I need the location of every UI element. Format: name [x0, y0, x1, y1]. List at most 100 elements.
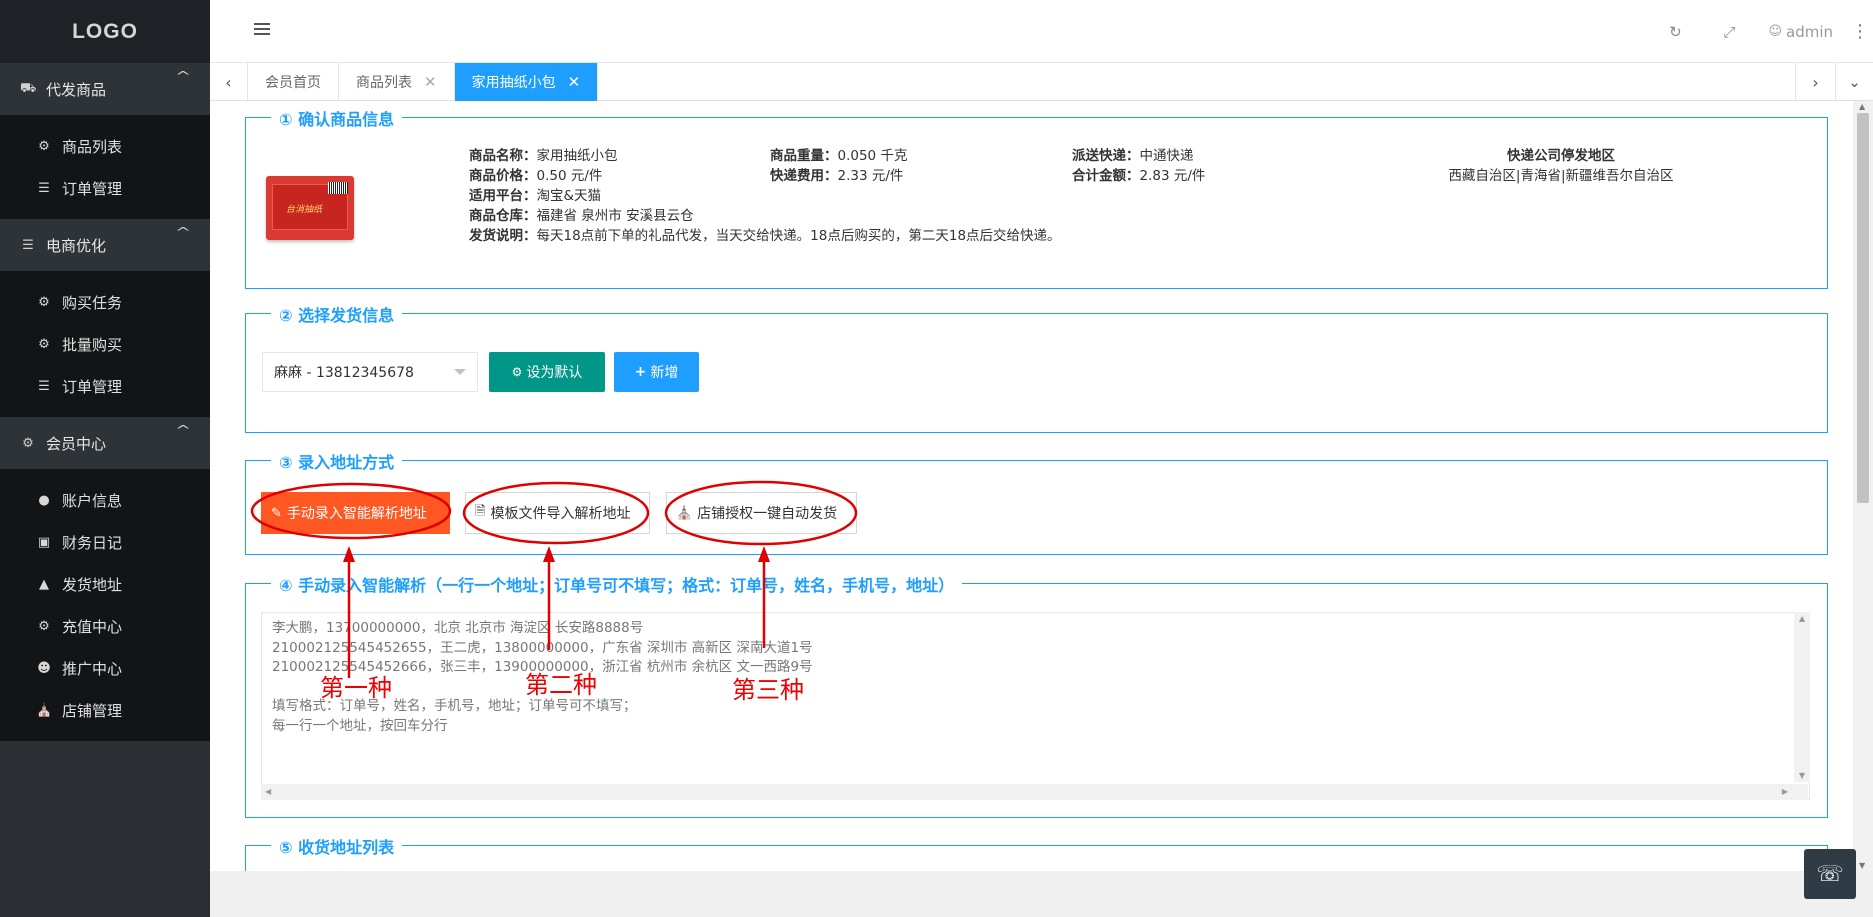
sidebar-item-finance-log[interactable]: ▣ 财务日记 — [0, 521, 210, 563]
tab-member-home[interactable]: 会员首页 — [248, 63, 339, 101]
section-title: ③ 录入地址方式 — [271, 449, 403, 473]
info-name: 商品名称：家用抽纸小包 — [469, 146, 1061, 166]
stop-area-value: 西藏自治区|青海省|新疆维吾尔自治区 — [1448, 168, 1674, 184]
section-title: ④ 手动录入智能解析（一行一个地址；订单号可不填写；格式：订单号，姓名，手机号，… — [271, 572, 963, 596]
gears-icon: ⚙ — [38, 138, 50, 154]
chevron-down-icon[interactable]: ⌄ — [1835, 63, 1873, 101]
lock-icon: ▣ — [37, 534, 51, 550]
product-info-col3: 派送快递：中通快递 合计金额：2.83 元/件 — [1072, 146, 1205, 186]
tabbar: ‹ 会员首页 商品列表 ✕ 家用抽纸小包 ✕ › ⌄ — [210, 63, 1873, 101]
sidebar-item-label: 店铺管理 — [62, 701, 123, 720]
set-default-button[interactable]: ⚙ 设为默认 — [489, 352, 605, 392]
close-icon[interactable]: ✕ — [568, 73, 581, 91]
edit-icon: ✎ — [271, 505, 282, 521]
tab-scroll-right-icon[interactable]: › — [1795, 63, 1835, 101]
label: 商品重量： — [770, 148, 838, 164]
menu-group-member: ⚙ 会员中心 ^ ● 账户信息 ▣ 财务日记 ▲ 发货地址 ⚙ 充值中心 ☻ 推… — [0, 417, 210, 741]
template-import-button[interactable]: 🗎 模板文件导入解析地址 — [465, 492, 650, 534]
sidebar-item-recharge[interactable]: ⚙ 充值中心 — [0, 605, 210, 647]
info-price: 商品价格：0.50 元/件 — [469, 166, 1061, 186]
sidebar-item-order-manage[interactable]: ☰ 订单管理 — [0, 167, 210, 209]
sidebar-item-promotion[interactable]: ☻ 推广中心 — [0, 647, 210, 689]
fullscreen-icon[interactable]: ⤢ — [1702, 23, 1756, 41]
stop-area-title: 快递公司停发地区 — [1507, 148, 1615, 164]
sidebar-item-label: 账户信息 — [62, 491, 123, 510]
caret-up-icon: ^ — [174, 225, 192, 239]
sidebar-item-label: 充值中心 — [62, 617, 123, 636]
menu-group-daifa: ⛟ 代发商品 ^ ⚙ 商品列表 ☰ 订单管理 — [0, 63, 210, 219]
sidebar-item-product-list[interactable]: ⚙ 商品列表 — [0, 125, 210, 167]
file-excel-icon: 🗎 — [475, 504, 486, 519]
sidebar-item-label: 发货地址 — [62, 575, 123, 594]
tab-product-list[interactable]: 商品列表 ✕ — [339, 63, 455, 101]
manual-entry-button[interactable]: ✎ 手动录入智能解析地址 — [261, 492, 450, 534]
annotation-label-third: 第三种 — [732, 676, 804, 704]
section-address-mode: ③ 录入地址方式 ✎ 手动录入智能解析地址 🗎 模板文件导入解析地址 ⛪ 店铺授… — [245, 449, 1828, 555]
menu-head-daifa[interactable]: ⛟ 代发商品 ^ — [0, 63, 210, 115]
tab-label: 会员首页 — [265, 75, 321, 91]
close-icon[interactable]: ✕ — [424, 73, 437, 91]
sidebar-item-label: 商品列表 — [62, 137, 123, 156]
menu-head-ecommerce[interactable]: ☰ 电商优化 ^ — [0, 219, 210, 271]
label: 合计金额： — [1072, 168, 1140, 184]
users-icon: ☻ — [37, 660, 51, 676]
menu-head-label: 代发商品 — [46, 80, 107, 99]
page-scrollbar[interactable]: ▲ ▼ — [1853, 101, 1873, 871]
info-weight: 商品重量：0.050 千克 — [770, 146, 907, 166]
value: 2.83 元/件 — [1139, 168, 1206, 184]
value: 2.33 元/件 — [837, 168, 904, 184]
annotation-label-first: 第一种 — [320, 674, 392, 702]
address-select[interactable]: 麻麻 - 13812345678 — [262, 352, 478, 392]
tabs: 会员首页 商品列表 ✕ 家用抽纸小包 ✕ — [248, 63, 599, 101]
label: 商品名称： — [469, 148, 537, 164]
tab-product-detail[interactable]: 家用抽纸小包 ✕ — [454, 63, 599, 101]
sidebar-item-account[interactable]: ● 账户信息 — [0, 479, 210, 521]
value: 淘宝&天猫 — [536, 188, 602, 204]
list-icon: ☰ — [38, 180, 50, 196]
info-courier: 派送快递：中通快递 — [1072, 146, 1205, 166]
scroll-thumb[interactable] — [1857, 113, 1869, 503]
menu-head-member[interactable]: ⚙ 会员中心 ^ — [0, 417, 210, 469]
tab-scroll-left-icon[interactable]: ‹ — [210, 63, 248, 101]
section-title: ⑤ 收货地址列表 — [271, 834, 403, 858]
more-vertical-icon[interactable]: ⋮ — [1847, 21, 1873, 42]
section-product-info: ① 确认商品信息 台消抽纸 商品名称：家用抽纸小包 商品价格：0.50 元/件 … — [245, 106, 1828, 289]
value: 0.50 元/件 — [536, 168, 603, 184]
annotation-label-second: 第二种 — [525, 671, 597, 699]
add-address-button[interactable]: + 新增 — [614, 352, 699, 392]
caret-up-icon: ^ — [174, 423, 192, 437]
menu-head-label: 电商优化 — [46, 236, 107, 255]
sidebar-item-label: 财务日记 — [62, 533, 123, 552]
sidebar-item-buy-task[interactable]: ⚙ 购买任务 — [0, 281, 210, 323]
info-platform: 适用平台：淘宝&天猫 — [469, 186, 1061, 206]
customer-service-button[interactable]: ☏ — [1804, 849, 1856, 899]
sidebar-item-label: 购买任务 — [62, 293, 123, 312]
refresh-icon[interactable]: ↻ — [1648, 23, 1702, 41]
info-total: 合计金额：2.83 元/件 — [1072, 166, 1205, 186]
sidebar-item-batch-buy[interactable]: ⚙ 批量购买 — [0, 323, 210, 365]
button-label: 手动录入智能解析地址 — [286, 506, 427, 522]
sidebar-item-ship-address[interactable]: ▲ 发货地址 — [0, 563, 210, 605]
value: 0.050 千克 — [837, 148, 908, 164]
shop-auth-button[interactable]: ⛪ 店铺授权一键自动发货 — [666, 492, 857, 534]
section-address-list: ⑤ 收货地址列表 — [245, 834, 1828, 871]
menu-toggle-icon[interactable] — [254, 23, 270, 37]
address-select-value: 麻麻 - 13812345678 — [274, 365, 414, 381]
chevron-down-icon — [454, 369, 466, 375]
info-ship-note: 发货说明：每天18点前下单的礼品代发，当天交给快递。18点后购买的，第二天18点… — [469, 226, 1061, 246]
sidebar-item-order-manage-2[interactable]: ☰ 订单管理 — [0, 365, 210, 407]
button-label: 设为默认 — [526, 365, 583, 381]
user-menu[interactable]: ☺ admin — [1768, 23, 1833, 41]
value: 每天18点前下单的礼品代发，当天交给快递。18点后购买的，第二天18点后交给快递… — [536, 228, 1061, 244]
label: 商品价格： — [469, 168, 537, 184]
barcode-icon — [328, 182, 348, 194]
tab-label: 商品列表 — [356, 75, 412, 91]
logo: LOGO — [0, 0, 210, 63]
address-textarea[interactable]: 李大鹏，13700000000，北京 北京市 海淀区 长安路8888号 2100… — [261, 612, 1810, 800]
sidebar-item-shop-manage[interactable]: ⛪ 店铺管理 — [0, 689, 210, 731]
list-icon: ☰ — [22, 237, 34, 253]
bank-icon: ⛪ — [36, 702, 53, 718]
value: 家用抽纸小包 — [536, 148, 618, 164]
topbar-actions: ↻ ⤢ ☺ admin ⋮ — [1648, 0, 1873, 63]
gear-icon: ⚙ — [511, 365, 523, 379]
